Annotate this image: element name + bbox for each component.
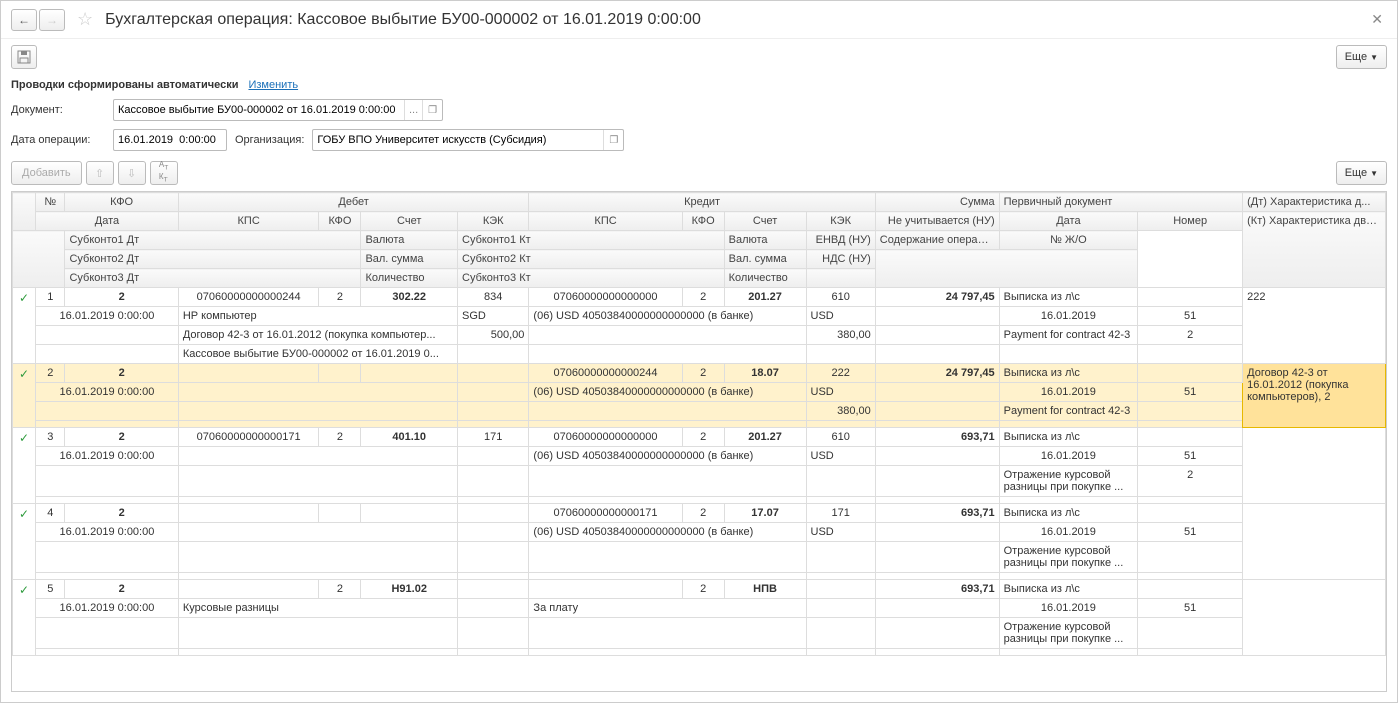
forward-button[interactable]: → bbox=[39, 9, 65, 31]
table-row[interactable]: 16.01.2019 0:00:00 (06) USD 405038400000… bbox=[13, 523, 1386, 542]
col-prim[interactable]: Первичный документ bbox=[999, 193, 1243, 212]
col-credit[interactable]: Кредит bbox=[529, 193, 875, 212]
more-button-top[interactable]: Еще▼ bbox=[1336, 45, 1387, 69]
add-button[interactable]: Добавить bbox=[11, 161, 82, 185]
dtk-button[interactable]: АTКT bbox=[150, 161, 178, 185]
col-qty-k[interactable]: Количество bbox=[724, 269, 806, 288]
col-kps-d[interactable]: КПС bbox=[178, 212, 319, 231]
table-row[interactable]: 16.01.2019 0:00:00 (06) USD 405038400000… bbox=[13, 447, 1386, 466]
col-kfo-k[interactable]: КФО bbox=[682, 212, 724, 231]
table-row[interactable] bbox=[13, 421, 1386, 428]
col-char-kt[interactable]: (Кт) Характеристика движения bbox=[1243, 212, 1386, 288]
favorite-star-icon[interactable]: ☆ bbox=[77, 9, 93, 30]
col-valsum-d[interactable]: Вал. сумма bbox=[361, 250, 458, 269]
back-button[interactable]: ← bbox=[11, 9, 37, 31]
chevron-down-icon: ▼ bbox=[1370, 169, 1378, 178]
col-sub2d[interactable]: Субконто2 Дт bbox=[65, 250, 361, 269]
entries-grid[interactable]: № КФО Дебет Кредит Сумма Первичный докум… bbox=[11, 191, 1387, 692]
table-row[interactable]: Отражение курсовой разницы при покупке .… bbox=[13, 466, 1386, 497]
col-content[interactable]: Содержание операции bbox=[875, 231, 999, 250]
col-acct-d[interactable]: Счет bbox=[361, 212, 458, 231]
check-icon: ✓ bbox=[19, 507, 29, 521]
col-kfo[interactable]: КФО bbox=[65, 193, 178, 212]
table-cell[interactable]: Договор 42-3 от 16.01.2012 (покупка комп… bbox=[1243, 364, 1386, 428]
table-row[interactable]: Отражение курсовой разницы при покупке .… bbox=[13, 542, 1386, 573]
col-acct-k[interactable]: Счет bbox=[724, 212, 806, 231]
table-row[interactable]: ✓ 5 2 2 Н91.02 2 НПВ 693,71 Выписка из л… bbox=[13, 580, 1386, 599]
move-up-button[interactable]: ⇧ bbox=[86, 161, 114, 185]
table-row[interactable]: 16.01.2019 0:00:00 (06) USD 405038400000… bbox=[13, 383, 1386, 402]
org-label: Организация: bbox=[235, 134, 304, 146]
table-row[interactable] bbox=[13, 497, 1386, 504]
col-no[interactable]: № bbox=[36, 193, 65, 212]
col-jno[interactable]: № Ж/О bbox=[999, 231, 1138, 250]
date-label: Дата операции: bbox=[11, 134, 105, 146]
document-field[interactable]: ... ❐ bbox=[113, 99, 443, 121]
col-kfo-d[interactable]: КФО bbox=[319, 212, 361, 231]
col-kek-k[interactable]: КЭК bbox=[806, 212, 875, 231]
table-row[interactable] bbox=[13, 649, 1386, 656]
col-sub2k[interactable]: Субконто2 Кт bbox=[458, 250, 725, 269]
check-icon: ✓ bbox=[19, 367, 29, 381]
col-sub1d[interactable]: Субконто1 Дт bbox=[65, 231, 361, 250]
col-pdate[interactable]: Дата bbox=[999, 212, 1138, 231]
table-row[interactable]: ✓ 3 2 07060000000000171 2 401.10 171 070… bbox=[13, 428, 1386, 447]
org-field[interactable]: ❐ bbox=[312, 129, 624, 151]
arrow-down-icon: ⇩ bbox=[127, 167, 136, 180]
col-qty-d[interactable]: Количество bbox=[361, 269, 458, 288]
col-ne[interactable]: Не учитывается (НУ) bbox=[875, 212, 999, 231]
chevron-down-icon: ▼ bbox=[1370, 53, 1378, 62]
auto-entries-label: Проводки сформированы автоматически bbox=[11, 79, 238, 91]
table-row[interactable]: Договор 42-3 от 16.01.2012 (покупка комп… bbox=[13, 326, 1386, 345]
table-row[interactable]: 16.01.2019 0:00:00 Курсовые разницы За п… bbox=[13, 599, 1386, 618]
document-label: Документ: bbox=[11, 104, 105, 116]
check-icon: ✓ bbox=[19, 431, 29, 445]
table-row[interactable]: 380,00 Payment for contract 42-3 bbox=[13, 402, 1386, 421]
col-sub1k[interactable]: Субконто1 Кт bbox=[458, 231, 725, 250]
col-debit[interactable]: Дебет bbox=[178, 193, 529, 212]
document-input[interactable] bbox=[114, 102, 404, 118]
col-sub3k[interactable]: Субконто3 Кт bbox=[458, 269, 725, 288]
date-field[interactable] bbox=[113, 129, 227, 151]
col-sub3d[interactable]: Субконто3 Дт bbox=[65, 269, 361, 288]
table-row[interactable]: 16.01.2019 0:00:00 НР компьютер SGD (06)… bbox=[13, 307, 1386, 326]
table-row[interactable]: ✓ 2 2 07060000000000244 2 18.07 222 24 7… bbox=[13, 364, 1386, 383]
table-row[interactable]: ✓ 1 2 07060000000000244 2 302.22 834 070… bbox=[13, 288, 1386, 307]
col-pnum[interactable]: Номер bbox=[1138, 212, 1243, 231]
col-kps-k[interactable]: КПС bbox=[529, 212, 682, 231]
check-icon: ✓ bbox=[19, 583, 29, 597]
col-valsum-k[interactable]: Вал. сумма bbox=[724, 250, 806, 269]
save-button[interactable] bbox=[11, 45, 37, 69]
popout-icon[interactable]: ❐ bbox=[603, 130, 623, 150]
org-input[interactable] bbox=[313, 132, 603, 148]
col-char-dt[interactable]: (Дт) Характеристика д... bbox=[1243, 193, 1386, 212]
popout-icon[interactable]: ❐ bbox=[422, 100, 442, 120]
table-cell[interactable]: 222 bbox=[1243, 288, 1386, 364]
change-link[interactable]: Изменить bbox=[248, 79, 298, 91]
arrow-up-icon: ⇧ bbox=[95, 167, 104, 180]
date-input[interactable] bbox=[114, 132, 226, 148]
col-kek-d[interactable]: КЭК bbox=[458, 212, 529, 231]
floppy-icon bbox=[17, 50, 31, 64]
col-nds[interactable]: НДС (НУ) bbox=[806, 250, 875, 269]
table-cell[interactable] bbox=[1243, 580, 1386, 656]
table-row[interactable]: ✓ 4 2 07060000000000171 2 17.07 171 693,… bbox=[13, 504, 1386, 523]
close-icon[interactable]: ✕ bbox=[1367, 7, 1387, 32]
page-title: Бухгалтерская операция: Кассовое выбытие… bbox=[105, 11, 1359, 29]
move-down-button[interactable]: ⇩ bbox=[118, 161, 146, 185]
col-sum[interactable]: Сумма bbox=[875, 193, 999, 212]
dtk-icon: АTКT bbox=[159, 161, 168, 184]
table-row[interactable]: Отражение курсовой разницы при покупке .… bbox=[13, 618, 1386, 649]
table-cell[interactable] bbox=[1243, 428, 1386, 504]
col-val-k[interactable]: Валюта bbox=[724, 231, 806, 250]
table-row[interactable] bbox=[13, 573, 1386, 580]
check-icon: ✓ bbox=[19, 291, 29, 305]
col-val-d[interactable]: Валюта bbox=[361, 231, 458, 250]
col-envd[interactable]: ЕНВД (НУ) bbox=[806, 231, 875, 250]
more-button-grid[interactable]: Еще▼ bbox=[1336, 161, 1387, 185]
table-row[interactable]: Кассовое выбытие БУ00-000002 от 16.01.20… bbox=[13, 345, 1386, 364]
col-date[interactable]: Дата bbox=[36, 212, 179, 231]
ellipsis-icon[interactable]: ... bbox=[404, 100, 422, 120]
table-cell[interactable] bbox=[1243, 504, 1386, 580]
